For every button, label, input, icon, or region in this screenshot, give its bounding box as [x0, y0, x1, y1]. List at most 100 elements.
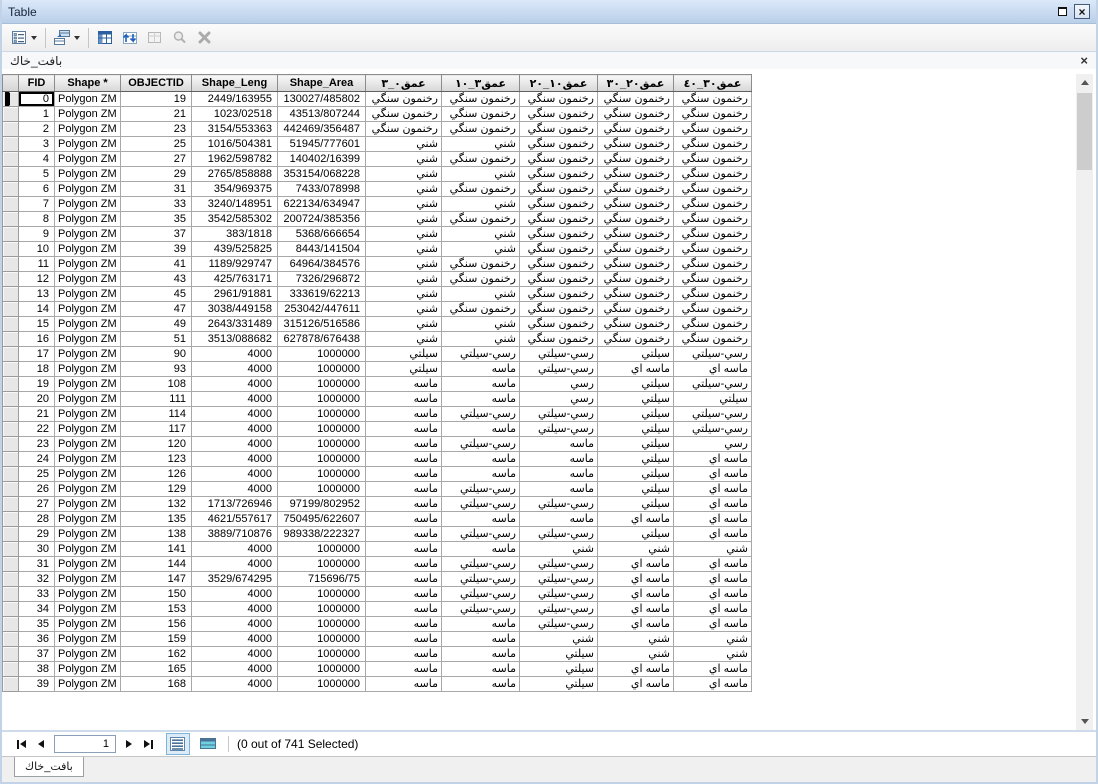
- cell-shape_leng[interactable]: 3240/148951: [192, 197, 278, 212]
- cell-shape[interactable]: Polygon ZM: [55, 587, 121, 602]
- cell-shape_area[interactable]: 43513/807244: [278, 107, 366, 122]
- cell-depth_30_40[interactable]: شني: [674, 632, 752, 647]
- cell-shape_area[interactable]: 200724/385356: [278, 212, 366, 227]
- cell-depth_3_10[interactable]: ماسه: [442, 617, 520, 632]
- row-selector[interactable]: [3, 182, 19, 197]
- column-header-shape[interactable]: Shape *: [55, 75, 121, 92]
- cell-depth_3_10[interactable]: ماسه: [442, 677, 520, 692]
- cell-depth_10_20[interactable]: رخنمون سنگي: [520, 182, 598, 197]
- cell-fid[interactable]: 34: [19, 602, 55, 617]
- cell-depth_10_20[interactable]: رخنمون سنگي: [520, 197, 598, 212]
- cell-shape_leng[interactable]: 4000: [192, 632, 278, 647]
- cell-fid[interactable]: 1: [19, 107, 55, 122]
- cell-depth_0_3[interactable]: ماسه: [366, 452, 442, 467]
- scrollbar-thumb[interactable]: [1077, 93, 1092, 170]
- cell-fid[interactable]: 13: [19, 287, 55, 302]
- namebar-close-icon[interactable]: ×: [1080, 55, 1088, 66]
- cell-depth_0_3[interactable]: ماسه: [366, 647, 442, 662]
- cell-depth_0_3[interactable]: ماسه: [366, 482, 442, 497]
- cell-depth_0_3[interactable]: ماسه: [366, 617, 442, 632]
- column-header-depth_10_20[interactable]: عمق١٠_٢٠: [520, 75, 598, 92]
- cell-fid[interactable]: 14: [19, 302, 55, 317]
- cell-shape_leng[interactable]: 4000: [192, 407, 278, 422]
- cell-objectid[interactable]: 123: [121, 452, 192, 467]
- cell-objectid[interactable]: 120: [121, 437, 192, 452]
- cell-objectid[interactable]: 23: [121, 122, 192, 137]
- cell-shape_area[interactable]: 64964/384576: [278, 257, 366, 272]
- row-selector[interactable]: [3, 512, 19, 527]
- cell-depth_30_40[interactable]: رخنمون سنگي: [674, 212, 752, 227]
- row-selector[interactable]: [3, 167, 19, 182]
- cell-depth_10_20[interactable]: رسي-سيلتي: [520, 422, 598, 437]
- cell-objectid[interactable]: 111: [121, 392, 192, 407]
- cell-depth_3_10[interactable]: شني: [442, 197, 520, 212]
- cell-shape_area[interactable]: 1000000: [278, 362, 366, 377]
- cell-depth_0_3[interactable]: شني: [366, 167, 442, 182]
- cell-depth_3_10[interactable]: ماسه: [442, 467, 520, 482]
- cell-fid[interactable]: 32: [19, 572, 55, 587]
- cell-shape_area[interactable]: 1000000: [278, 677, 366, 692]
- cell-shape_leng[interactable]: 4000: [192, 347, 278, 362]
- cell-shape_area[interactable]: 353154/068228: [278, 167, 366, 182]
- cell-objectid[interactable]: 162: [121, 647, 192, 662]
- cell-shape_leng[interactable]: 3513/088682: [192, 332, 278, 347]
- next-record-button[interactable]: [126, 740, 132, 748]
- cell-depth_20_30[interactable]: رخنمون سنگي: [598, 317, 674, 332]
- cell-shape_area[interactable]: 253042/447611: [278, 302, 366, 317]
- cell-depth_0_3[interactable]: ماسه: [366, 542, 442, 557]
- cell-shape[interactable]: Polygon ZM: [55, 542, 121, 557]
- cell-shape_area[interactable]: 1000000: [278, 392, 366, 407]
- row-selector[interactable]: [3, 212, 19, 227]
- cell-depth_20_30[interactable]: سيلتي: [598, 407, 674, 422]
- cell-shape[interactable]: Polygon ZM: [55, 497, 121, 512]
- cell-depth_20_30[interactable]: ماسه اي: [598, 512, 674, 527]
- cell-depth_10_20[interactable]: رسي-سيلتي: [520, 617, 598, 632]
- cell-depth_0_3[interactable]: رخنمون سنگي: [366, 122, 442, 137]
- cell-depth_3_10[interactable]: رخنمون سنگي: [442, 107, 520, 122]
- cell-depth_10_20[interactable]: ماسه: [520, 452, 598, 467]
- cell-fid[interactable]: 15: [19, 317, 55, 332]
- cell-shape_leng[interactable]: 3889/710876: [192, 527, 278, 542]
- cell-depth_3_10[interactable]: رخنمون سنگي: [442, 182, 520, 197]
- cell-fid[interactable]: 5: [19, 167, 55, 182]
- cell-objectid[interactable]: 114: [121, 407, 192, 422]
- cell-depth_30_40[interactable]: ماسه اي: [674, 557, 752, 572]
- row-selector[interactable]: [3, 452, 19, 467]
- cell-depth_3_10[interactable]: ماسه: [442, 647, 520, 662]
- row-selector[interactable]: [3, 287, 19, 302]
- row-selector[interactable]: [3, 602, 19, 617]
- cell-shape[interactable]: Polygon ZM: [55, 377, 121, 392]
- cell-shape[interactable]: Polygon ZM: [55, 467, 121, 482]
- cell-depth_3_10[interactable]: رخنمون سنگي: [442, 92, 520, 107]
- cell-depth_0_3[interactable]: شني: [366, 227, 442, 242]
- cell-fid[interactable]: 38: [19, 662, 55, 677]
- cell-shape_area[interactable]: 1000000: [278, 602, 366, 617]
- cell-shape_area[interactable]: 7326/296872: [278, 272, 366, 287]
- cell-shape_area[interactable]: 1000000: [278, 467, 366, 482]
- cell-depth_30_40[interactable]: رخنمون سنگي: [674, 152, 752, 167]
- cell-fid[interactable]: 0: [19, 92, 55, 107]
- cell-objectid[interactable]: 31: [121, 182, 192, 197]
- cell-shape[interactable]: Polygon ZM: [55, 182, 121, 197]
- cell-shape_area[interactable]: 715696/75: [278, 572, 366, 587]
- cell-depth_30_40[interactable]: رخنمون سنگي: [674, 317, 752, 332]
- row-selector[interactable]: [3, 272, 19, 287]
- cell-objectid[interactable]: 45: [121, 287, 192, 302]
- cell-depth_10_20[interactable]: رسي-سيلتي: [520, 407, 598, 422]
- cell-depth_3_10[interactable]: رسي-سيلتي: [442, 482, 520, 497]
- cell-objectid[interactable]: 168: [121, 677, 192, 692]
- cell-fid[interactable]: 27: [19, 497, 55, 512]
- cell-shape_leng[interactable]: 4000: [192, 587, 278, 602]
- cell-depth_3_10[interactable]: ماسه: [442, 662, 520, 677]
- cell-fid[interactable]: 11: [19, 257, 55, 272]
- cell-shape_leng[interactable]: 2961/91881: [192, 287, 278, 302]
- cell-shape_leng[interactable]: 3038/449158: [192, 302, 278, 317]
- cell-shape[interactable]: Polygon ZM: [55, 302, 121, 317]
- cell-depth_10_20[interactable]: رخنمون سنگي: [520, 287, 598, 302]
- cell-shape[interactable]: Polygon ZM: [55, 677, 121, 692]
- cell-shape_area[interactable]: 333619/62213: [278, 287, 366, 302]
- cell-depth_20_30[interactable]: ماسه اي: [598, 602, 674, 617]
- cell-fid[interactable]: 19: [19, 377, 55, 392]
- cell-depth_20_30[interactable]: رخنمون سنگي: [598, 182, 674, 197]
- scroll-down-arrow-icon[interactable]: [1076, 713, 1093, 730]
